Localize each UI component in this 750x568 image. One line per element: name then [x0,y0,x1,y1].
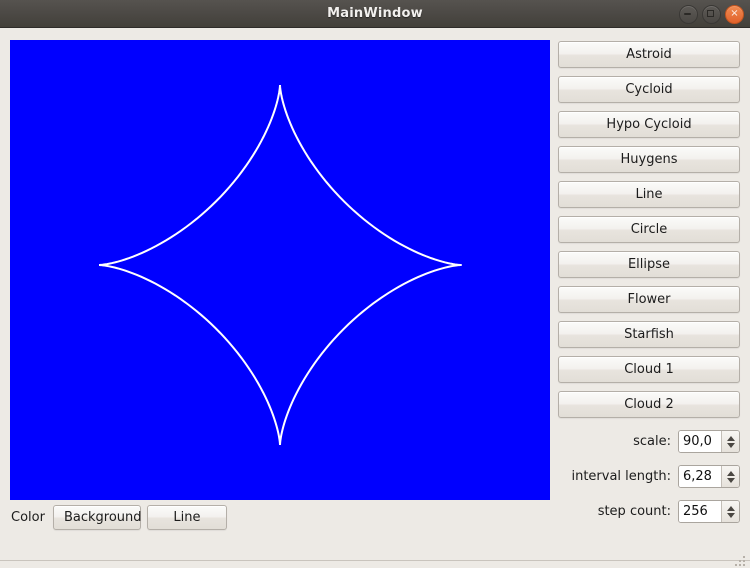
close-icon: × [730,8,739,19]
parameter-row-step-count: step count: 256 [470,500,740,523]
scale-stepper[interactable] [721,431,739,452]
interval-length-stepper[interactable] [721,466,739,487]
resize-grip[interactable] [733,554,747,567]
status-bar [0,556,750,568]
step-count-stepper[interactable] [721,501,739,522]
interval-length-spinbox[interactable]: 6,28 [678,465,740,488]
step-count-spinbox[interactable]: 256 [678,500,740,523]
line-color-button[interactable]: Line [146,505,227,530]
chevron-up-icon[interactable] [726,505,735,511]
color-label: Color [11,510,45,525]
scale-spinbox[interactable]: 90,0 [678,430,740,453]
chevron-up-icon[interactable] [726,435,735,441]
maximize-button[interactable] [702,5,721,24]
curve-button-flower[interactable]: Flower [558,286,740,313]
step-count-value[interactable]: 256 [679,501,721,522]
curve-button-column: Astroid Cycloid Hypo Cycloid Huygens Lin… [558,41,740,426]
chevron-down-icon[interactable] [726,512,735,518]
background-color-button[interactable]: Background [52,505,142,530]
scale-label: scale: [633,434,671,449]
minimize-icon [684,13,691,15]
curve-button-starfish[interactable]: Starfish [558,321,740,348]
maximize-icon [707,10,714,17]
curve-button-astroid[interactable]: Astroid [558,41,740,68]
scale-value[interactable]: 90,0 [679,431,721,452]
curve-button-cloud-2[interactable]: Cloud 2 [558,391,740,418]
interval-length-label: interval length: [571,469,671,484]
title-bar: MainWindow × [0,0,750,28]
color-row: Color Background Line [11,505,227,530]
chevron-down-icon[interactable] [726,477,735,483]
main-window: MainWindow × Astroid Cycloid Hypo Cycloi… [0,0,750,568]
step-count-label: step count: [597,504,671,519]
chevron-up-icon[interactable] [726,470,735,476]
curve-button-ellipse[interactable]: Ellipse [558,251,740,278]
interval-length-value[interactable]: 6,28 [679,466,721,487]
curve-button-cloud-1[interactable]: Cloud 1 [558,356,740,383]
window-controls: × [679,5,744,24]
parameter-row-interval-length: interval length: 6,28 [470,465,740,488]
curve-button-circle[interactable]: Circle [558,216,740,243]
parameter-panel: scale: 90,0 interval length: 6,28 step c… [470,430,740,535]
chevron-down-icon[interactable] [726,442,735,448]
curve-canvas[interactable] [10,40,550,500]
parameter-row-scale: scale: 90,0 [470,430,740,453]
curve-button-line[interactable]: Line [558,181,740,208]
minimize-button[interactable] [679,5,698,24]
astroid-curve [99,85,462,445]
curve-button-hypo-cycloid[interactable]: Hypo Cycloid [558,111,740,138]
curve-button-cycloid[interactable]: Cycloid [558,76,740,103]
curve-button-huygens[interactable]: Huygens [558,146,740,173]
window-title: MainWindow [327,6,423,21]
close-button[interactable]: × [725,5,744,24]
